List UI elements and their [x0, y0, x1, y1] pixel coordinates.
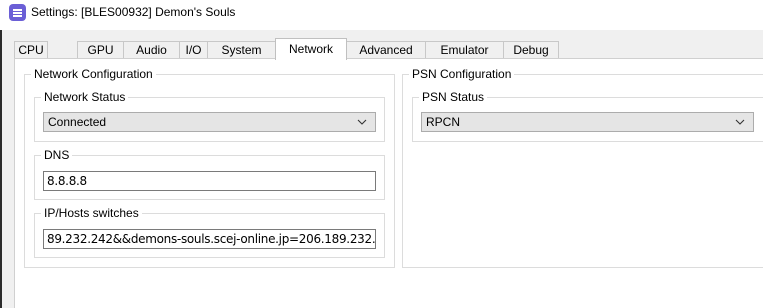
tab-advanced[interactable]: Advanced [346, 41, 426, 59]
chevron-down-icon [735, 119, 745, 125]
tab-audio[interactable]: Audio [123, 41, 180, 59]
dns-title: DNS [41, 148, 73, 162]
ip-hosts-title: IP/Hosts switches [41, 206, 142, 220]
title-bar: Settings: [BLES00932] Demon's Souls [0, 0, 763, 30]
ip-hosts-value: 89.232.242&&demons-souls.scej-online.jp=… [47, 232, 376, 246]
tab-io[interactable]: I/O [179, 41, 208, 59]
list-icon [9, 4, 26, 21]
psn-status-title: PSN Status [419, 90, 488, 104]
tab-system[interactable]: System [207, 41, 276, 59]
network-status-value: Connected [48, 115, 107, 129]
dns-value: 8.8.8.8 [47, 174, 87, 188]
psn-status-value: RPCN [426, 115, 461, 129]
tab-emulator[interactable]: Emulator [425, 41, 504, 59]
psn-configuration-title: PSN Configuration [409, 67, 515, 81]
dns-input[interactable]: 8.8.8.8 [43, 171, 376, 191]
tab-cpu[interactable]: CPU [14, 41, 48, 59]
tab-network[interactable]: Network [275, 38, 347, 60]
window-title: Settings: [BLES00932] Demon's Souls [31, 5, 236, 19]
network-status-title: Network Status [41, 90, 129, 104]
window-edge [0, 30, 2, 308]
tab-debug[interactable]: Debug [503, 41, 559, 59]
network-status-select[interactable]: Connected [43, 112, 376, 132]
tab-gpu[interactable]: GPU [77, 41, 124, 59]
chevron-down-icon [357, 119, 367, 125]
network-configuration-title: Network Configuration [31, 67, 156, 81]
psn-status-select[interactable]: RPCN [421, 112, 754, 132]
ip-hosts-input[interactable]: 89.232.242&&demons-souls.scej-online.jp=… [43, 229, 376, 249]
